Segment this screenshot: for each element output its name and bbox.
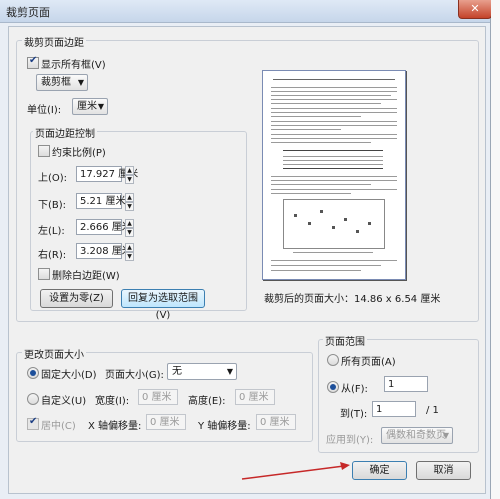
custom-size-radio[interactable] bbox=[27, 393, 39, 405]
apply-to-label: 应用到(Y): bbox=[326, 435, 374, 446]
right-margin-input[interactable]: 3.208 厘米 bbox=[76, 243, 132, 259]
page-preview bbox=[262, 70, 406, 280]
chevron-down-icon: ▼ bbox=[97, 102, 104, 111]
remove-white-margins-checkbox[interactable] bbox=[38, 268, 50, 280]
apply-to-select[interactable]: 偶数和奇数页 ▼ bbox=[381, 427, 453, 444]
ok-button[interactable]: 确定 bbox=[352, 461, 407, 480]
page-range-title: 页面范围 bbox=[323, 333, 367, 348]
remove-white-margins-label: 删除白边距(W) bbox=[52, 271, 120, 282]
to-page-input[interactable]: 1 bbox=[372, 401, 416, 417]
page-size-title: 更改页面大小 bbox=[22, 346, 86, 361]
show-all-boxes-label: 显示所有框(V) bbox=[41, 60, 106, 71]
center-label: 居中(C) bbox=[41, 421, 76, 432]
constrain-proportions-label: 约束比例(P) bbox=[52, 148, 106, 159]
box-type-value: 裁剪框 bbox=[41, 77, 71, 88]
constrain-proportions-checkbox[interactable] bbox=[38, 145, 50, 157]
page-range-from-radio[interactable] bbox=[327, 381, 339, 393]
fixed-size-label: 固定大小(D) bbox=[41, 370, 97, 381]
top-margin-input[interactable]: 17.927 厘米 bbox=[76, 166, 138, 182]
left-margin-input[interactable]: 2.666 厘米 bbox=[76, 219, 132, 235]
margin-controls-title: 页面边距控制 bbox=[33, 125, 97, 140]
unit-select[interactable]: 厘米 ▼ bbox=[72, 98, 108, 115]
revert-to-selection-button[interactable]: 回复为选取范围(V) bbox=[121, 289, 205, 321]
preview-chart-figure bbox=[283, 199, 385, 249]
crop-margins-title: 裁剪页面边距 bbox=[22, 34, 86, 49]
right-margin-stepper[interactable]: ▲ ▼ bbox=[125, 243, 134, 261]
right-margin-label: 右(R): bbox=[38, 250, 67, 261]
cancel-button[interactable]: 取消 bbox=[416, 461, 471, 480]
annotation-arrow-icon bbox=[241, 462, 350, 480]
page-size-select[interactable]: 无 ▼ bbox=[167, 363, 237, 380]
box-type-select[interactable]: 裁剪框 ▼ bbox=[36, 74, 88, 91]
dialog-title: 裁剪页面 bbox=[6, 6, 50, 19]
set-to-zero-button[interactable]: 设置为零(Z) bbox=[40, 289, 113, 308]
from-page-input[interactable]: 1 bbox=[384, 376, 428, 392]
total-pages-label: / 1 bbox=[426, 405, 439, 416]
chevron-down-icon: ▼ bbox=[226, 367, 233, 376]
close-icon: ✕ bbox=[470, 2, 480, 15]
bottom-margin-input[interactable]: 5.21 厘米 bbox=[76, 193, 125, 209]
width-label: 宽度(I): bbox=[95, 396, 130, 407]
close-button[interactable]: ✕ bbox=[458, 0, 492, 19]
bottom-margin-stepper[interactable]: ▲ ▼ bbox=[125, 193, 134, 211]
apply-to-value: 偶数和奇数页 bbox=[386, 430, 446, 441]
title-bar[interactable]: 裁剪页面 ✕ bbox=[0, 0, 492, 23]
all-pages-radio[interactable] bbox=[327, 354, 339, 366]
x-offset-input[interactable]: 0 厘米 bbox=[146, 414, 186, 430]
x-offset-label: X 轴偏移量: bbox=[88, 421, 142, 432]
all-pages-label: 所有页面(A) bbox=[341, 357, 396, 368]
show-all-boxes-checkbox[interactable] bbox=[27, 55, 39, 69]
left-margin-stepper[interactable]: ▲ ▼ bbox=[125, 219, 134, 237]
unit-value: 厘米 bbox=[77, 101, 97, 112]
left-margin-label: 左(L): bbox=[38, 226, 65, 237]
height-input[interactable]: 0 厘米 bbox=[235, 389, 275, 405]
chevron-down-icon: ▼ bbox=[77, 78, 84, 87]
y-offset-label: Y 轴偏移量: bbox=[198, 421, 251, 432]
fixed-size-radio[interactable] bbox=[27, 367, 39, 379]
custom-size-label: 自定义(U) bbox=[41, 396, 87, 407]
to-label: 到(T): bbox=[340, 409, 368, 420]
page-size-label: 页面大小(G): bbox=[105, 370, 164, 381]
unit-label: 单位(I): bbox=[27, 105, 62, 116]
from-label: 从(F): bbox=[341, 384, 368, 395]
top-margin-label: 上(O): bbox=[38, 173, 68, 184]
crop-pages-dialog: 裁剪页面 ✕ 裁剪页面边距 显示所有框(V) 裁剪框▼ 单位(I): 厘米▼ 页… bbox=[0, 0, 492, 499]
height-label: 高度(E): bbox=[188, 396, 226, 407]
width-input[interactable]: 0 厘米 bbox=[138, 389, 178, 405]
center-checkbox[interactable] bbox=[27, 416, 39, 430]
top-margin-stepper[interactable]: ▲ ▼ bbox=[125, 166, 134, 184]
chevron-down-icon: ▼ bbox=[442, 431, 449, 440]
cropped-size-caption: 裁剪后的页面大小：14.86 x 6.54 厘米 bbox=[264, 294, 441, 305]
y-offset-input[interactable]: 0 厘米 bbox=[256, 414, 296, 430]
page-size-value: 无 bbox=[172, 366, 182, 377]
background-strip bbox=[491, 0, 500, 499]
bottom-margin-label: 下(B): bbox=[38, 200, 67, 211]
